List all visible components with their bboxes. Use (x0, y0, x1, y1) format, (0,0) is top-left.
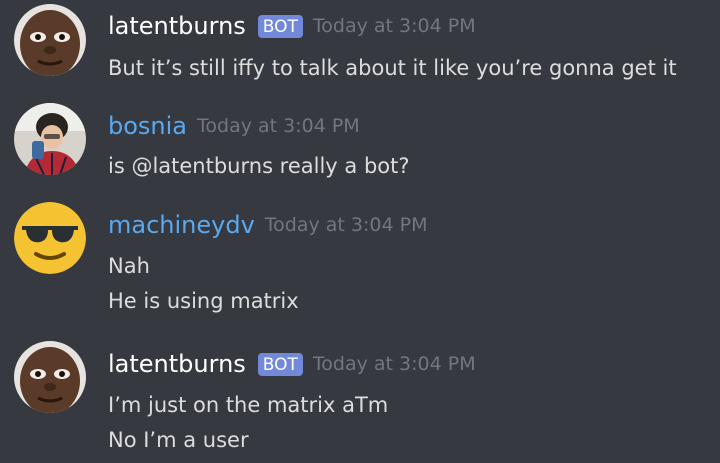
message-header: latentburns BOT Today at 3:04 PM (108, 12, 476, 40)
username-latentburns[interactable]: latentburns (108, 350, 246, 378)
username-latentburns[interactable]: latentburns (108, 12, 246, 40)
avatar-bosnia[interactable] (14, 103, 86, 175)
person-photo-icon (14, 103, 86, 175)
message-header: bosnia Today at 3:04 PM (108, 112, 360, 140)
message-text: But it’s still iffy to talk about it lik… (108, 56, 677, 80)
message-text: I’m just on the matrix aTm (108, 393, 389, 417)
face-photo-icon (14, 341, 86, 413)
username-machineydv[interactable]: machineydv (108, 211, 255, 239)
message-timestamp[interactable]: Today at 3:04 PM (197, 114, 360, 138)
message-timestamp[interactable]: Today at 3:04 PM (265, 213, 428, 237)
message-header: machineydv Today at 3:04 PM (108, 211, 427, 239)
message-text: Nah (108, 254, 150, 278)
message-timestamp[interactable]: Today at 3:04 PM (313, 352, 476, 376)
avatar-latentburns[interactable] (14, 341, 86, 413)
message-timestamp[interactable]: Today at 3:04 PM (313, 14, 476, 38)
message-text: is @latentburns really a bot? (108, 154, 410, 178)
sunglasses-emoji-icon (14, 202, 86, 274)
avatar-latentburns[interactable] (14, 4, 86, 76)
chat-message-list: latentburns BOT Today at 3:04 PM But it’… (0, 0, 720, 463)
message-text: No I’m a user (108, 428, 249, 452)
username-bosnia[interactable]: bosnia (108, 112, 187, 140)
message-header: latentburns BOT Today at 3:04 PM (108, 350, 476, 378)
message-text: He is using matrix (108, 289, 299, 313)
bot-badge: BOT (257, 352, 303, 376)
avatar-machineydv[interactable] (14, 202, 86, 274)
face-photo-icon (14, 4, 86, 76)
bot-badge: BOT (257, 14, 303, 38)
